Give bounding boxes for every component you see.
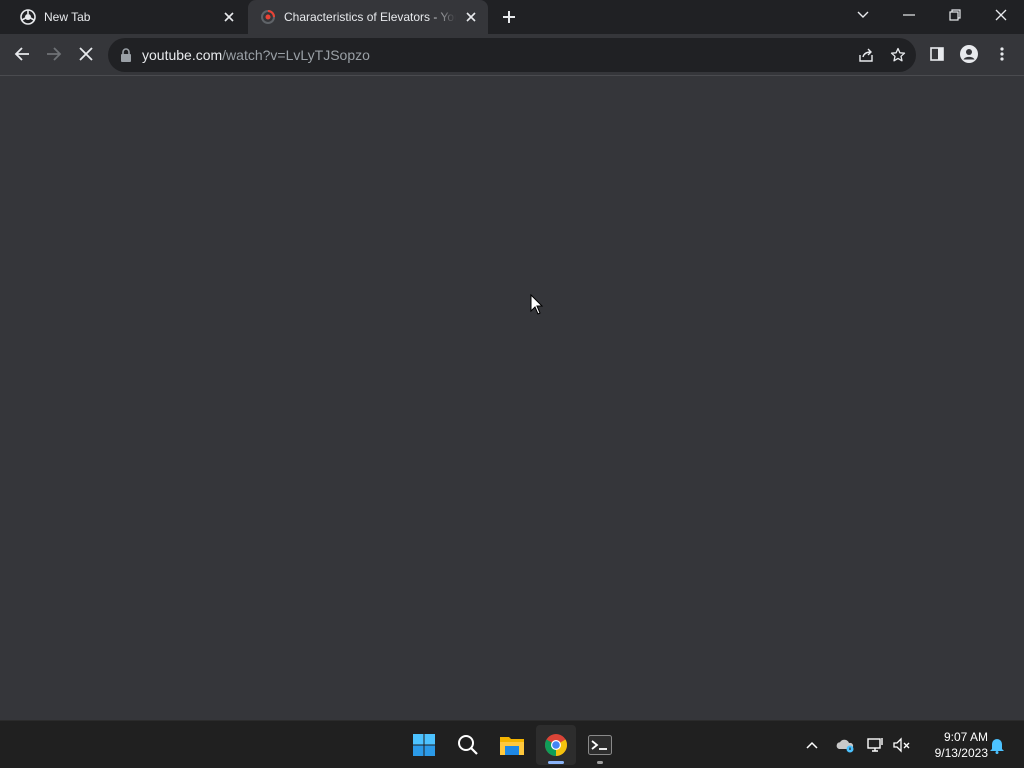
address-bar[interactable]: youtube.com/watch?v=LvLyTJSopzo xyxy=(108,38,916,72)
tab-search-button[interactable] xyxy=(841,0,885,30)
start-button[interactable] xyxy=(404,725,444,765)
share-button[interactable] xyxy=(853,42,879,68)
folder-icon xyxy=(500,737,524,755)
chrome-taskbar-button[interactable] xyxy=(536,725,576,765)
tab-characteristics-of-elevators[interactable]: Characteristics of Elevators - YouTube xyxy=(248,0,488,34)
taskbar: 9:07 AM 9/13/2023 xyxy=(0,720,1024,768)
terminal-icon xyxy=(588,735,612,755)
tab-title: Characteristics of Elevators - YouTube xyxy=(284,10,456,24)
back-button[interactable] xyxy=(7,39,37,69)
running-app-indicator xyxy=(597,761,603,764)
forward-button[interactable] xyxy=(39,39,69,69)
plus-icon xyxy=(503,11,515,23)
restore-button[interactable] xyxy=(933,0,977,30)
active-app-indicator xyxy=(548,761,564,764)
windows-logo-icon xyxy=(413,734,435,756)
profile-button[interactable] xyxy=(954,39,984,69)
file-explorer-button[interactable] xyxy=(492,725,532,765)
stop-loading-button[interactable] xyxy=(71,39,101,69)
url-text[interactable]: youtube.com/watch?v=LvLyTJSopzo xyxy=(142,38,370,72)
network-icon xyxy=(867,738,883,752)
show-hidden-icons-button[interactable] xyxy=(801,733,823,757)
minimize-button[interactable] xyxy=(887,0,931,30)
clock-date: 9/13/2023 xyxy=(934,746,988,760)
chrome-icon xyxy=(20,9,36,25)
arrow-left-icon xyxy=(14,47,29,61)
taskbar-search-button[interactable] xyxy=(448,725,488,765)
stop-icon xyxy=(79,47,93,61)
share-icon xyxy=(859,48,873,62)
terminal-button[interactable] xyxy=(580,725,620,765)
notifications-button[interactable] xyxy=(986,733,1008,757)
profile-icon xyxy=(960,45,978,63)
mouse-cursor-icon xyxy=(530,294,544,315)
close-icon xyxy=(995,9,1007,21)
bookmark-button[interactable] xyxy=(885,42,911,68)
new-tab-button[interactable] xyxy=(498,6,520,28)
arrow-right-icon xyxy=(47,47,62,61)
lock-icon xyxy=(121,48,131,62)
bell-icon xyxy=(990,739,1004,754)
browser-toolbar: youtube.com/watch?v=LvLyTJSopzo xyxy=(0,34,1024,76)
network-tray-button[interactable] xyxy=(865,733,887,757)
chevron-down-icon xyxy=(857,11,869,18)
side-panel-button[interactable] xyxy=(922,39,952,69)
system-clock[interactable]: 9:07 AM 9/13/2023 xyxy=(918,729,988,761)
tab-title: New Tab xyxy=(44,10,91,24)
chrome-logo-icon xyxy=(545,734,567,756)
star-icon xyxy=(890,47,906,62)
side-panel-icon xyxy=(930,47,944,61)
onedrive-tray-button[interactable] xyxy=(834,733,856,757)
cloud-icon xyxy=(836,739,854,753)
close-tab-icon[interactable] xyxy=(220,8,238,26)
loading-spinner-icon xyxy=(260,9,276,25)
close-tab-icon[interactable] xyxy=(462,8,480,26)
page-content[interactable] xyxy=(0,76,1024,720)
volume-tray-button[interactable] xyxy=(891,733,913,757)
minimize-icon xyxy=(903,14,915,16)
url-host: youtube.com xyxy=(142,47,223,63)
tab-strip: New Tab Characteristics of Elevators - Y… xyxy=(0,0,1024,34)
search-icon xyxy=(458,735,478,755)
tab-new-tab[interactable]: New Tab xyxy=(8,0,246,34)
clock-time: 9:07 AM xyxy=(943,730,988,744)
restore-icon xyxy=(949,9,961,21)
volume-muted-icon xyxy=(893,737,910,753)
menu-button[interactable] xyxy=(987,39,1017,69)
close-window-button[interactable] xyxy=(979,0,1023,30)
kebab-menu-icon xyxy=(1000,47,1004,61)
chevron-up-icon xyxy=(806,741,818,749)
url-path: /watch?v=LvLyTJSopzo xyxy=(222,47,370,63)
